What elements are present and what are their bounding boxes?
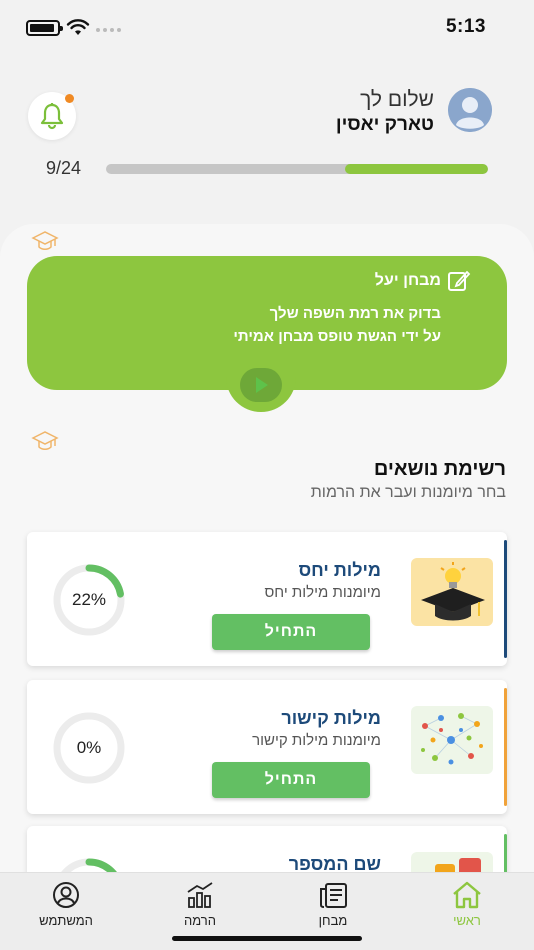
- topic-accent-bar: [504, 688, 507, 806]
- play-icon: [256, 377, 268, 393]
- topic-name: מילות קישור: [281, 708, 381, 728]
- tab-label: הרמה: [184, 913, 216, 928]
- topics-subtitle: בחר מיומנות ועבר את הרמות: [310, 484, 506, 501]
- greeting-text: שלום לך: [360, 88, 434, 111]
- graduation-cap-icon: [31, 231, 59, 250]
- chart-icon: [187, 882, 213, 908]
- user-name: טארק יאסין: [335, 114, 434, 135]
- topic-card[interactable]: מילות יחס מיומנות מילות יחס התחיל 22%: [27, 532, 507, 666]
- topic-description: מיומנות מילות יחס: [264, 584, 381, 601]
- exam-description-line1: בדוק את רמת השפה שלך: [269, 305, 441, 322]
- user-avatar-icon[interactable]: [448, 88, 492, 132]
- graduation-cap-icon: [31, 431, 59, 450]
- progress-bar: [106, 164, 488, 174]
- play-button[interactable]: [240, 368, 282, 402]
- exam-icon: [320, 883, 347, 908]
- home-indicator: [172, 936, 362, 941]
- progress-fill: [344, 164, 488, 174]
- user-icon: [53, 882, 79, 908]
- tab-home[interactable]: ראשי: [422, 881, 512, 928]
- topic-name: מילות יחס: [298, 560, 381, 580]
- greeting-block: שלום לך טארק יאסין: [336, 88, 434, 136]
- network-nodes-icon: [411, 706, 493, 774]
- notification-dot: [65, 94, 74, 103]
- tab-exam[interactable]: מבחן: [288, 881, 378, 928]
- tab-label: המשתמש: [39, 913, 93, 928]
- wifi-icon: [66, 19, 90, 35]
- topics-title: רשימת נושאים: [373, 458, 506, 480]
- notification-button[interactable]: [28, 92, 76, 140]
- topic-accent-bar: [504, 540, 507, 658]
- exam-description: בדוק את רמת השפה שלך על ידי הגשת טופס מב…: [233, 302, 441, 348]
- status-bar: 5:13: [0, 0, 534, 56]
- exam-edit-icon: [448, 270, 471, 291]
- exam-title: מבחן יעל: [374, 272, 441, 289]
- home-icon: [453, 881, 481, 909]
- signal-icon: [96, 28, 121, 32]
- start-button[interactable]: התחיל: [212, 762, 370, 798]
- bell-icon: [40, 103, 64, 130]
- tab-label: מבחן: [318, 913, 348, 928]
- tab-label: ראשי: [453, 913, 481, 928]
- topic-description: מיומנות מילות קישור: [252, 732, 381, 749]
- progress-percent: 22%: [71, 590, 107, 609]
- graduation-lightbulb-icon: [411, 558, 493, 626]
- tab-user[interactable]: המשתמש: [21, 881, 111, 928]
- tab-level[interactable]: הרמה: [155, 881, 245, 928]
- status-time: 5:13: [445, 16, 486, 37]
- progress-count: 9/24: [46, 158, 82, 178]
- topic-card[interactable]: מילות קישור מיומנות מילות קישור התחיל 0%: [27, 680, 507, 814]
- progress-percent: 0%: [76, 738, 102, 757]
- battery-icon: [26, 20, 63, 36]
- start-button[interactable]: התחיל: [212, 614, 370, 650]
- exam-description-line2: על ידי הגשת טופס מבחן אמיתי: [233, 328, 441, 345]
